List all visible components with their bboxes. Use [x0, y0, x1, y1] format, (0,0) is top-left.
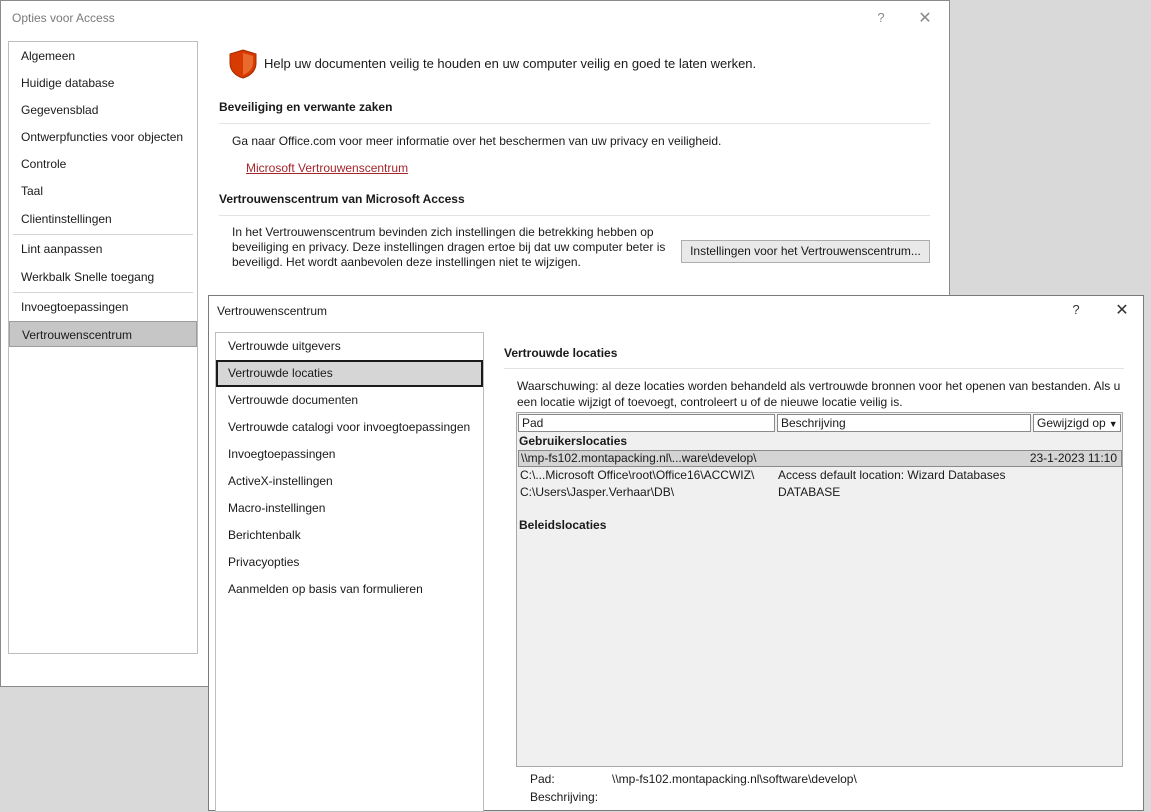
- cell-modified: 23-1-2023 11:10: [1029, 451, 1117, 465]
- section-heading-security: Beveiliging en verwante zaken: [219, 100, 393, 114]
- options-content: Help uw documenten veilig te houden en u…: [211, 41, 941, 301]
- sort-down-icon: ▼: [1108, 419, 1118, 429]
- detail-description-label: Beschrijving:: [530, 790, 599, 804]
- close-button[interactable]: ✕: [1112, 300, 1132, 320]
- window-title: Opties voor Access: [12, 11, 115, 25]
- office-info-text: Ga naar Office.com voor meer informatie …: [232, 134, 722, 148]
- nav-divider: [13, 234, 193, 235]
- nav-item-werkbalk[interactable]: Werkbalk Snelle toegang: [9, 264, 197, 290]
- shield-icon: [229, 49, 257, 79]
- cell-description: Access default location: Wizard Database…: [778, 468, 1006, 482]
- tc-nav-macro[interactable]: Macro-instellingen: [216, 495, 483, 522]
- tc-nav-vertrouwde-documenten[interactable]: Vertrouwde documenten: [216, 387, 483, 414]
- group-header-policy-locations: Beleidslocaties: [519, 518, 607, 532]
- group-header-user-locations: Gebruikerslocaties: [519, 434, 628, 448]
- column-header-description[interactable]: Beschrijving: [777, 414, 1031, 432]
- tc-nav-activex[interactable]: ActiveX-instellingen: [216, 468, 483, 495]
- table-row[interactable]: C:\Users\Jasper.Verhaar\DB\ DATABASE: [518, 484, 1122, 501]
- column-header-path[interactable]: Pad: [518, 414, 775, 432]
- detail-path-value: \\mp-fs102.montapacking.nl\software\deve…: [612, 772, 857, 786]
- nav-item-invoegtoepassingen[interactable]: Invoegtoepassingen: [9, 294, 197, 320]
- section-divider: [504, 368, 1124, 369]
- nav-item-huidige-database[interactable]: Huidige database: [9, 70, 197, 96]
- trusted-locations-table: Pad Beschrijving Gewijzigd op ▼ Gebruiker…: [516, 412, 1123, 767]
- trust-center-content: Vertrouwde locaties Waarschuwing: al dez…: [499, 332, 1139, 812]
- trust-center-description: In het Vertrouwenscentrum bevinden zich …: [232, 225, 666, 269]
- help-text: Help uw documenten veilig te houden en u…: [264, 56, 757, 71]
- nav-item-clientinstellingen[interactable]: Clientinstellingen: [9, 206, 197, 232]
- section-heading-trust-center: Vertrouwenscentrum van Microsoft Access: [219, 192, 465, 206]
- tc-nav-berichtenbalk[interactable]: Berichtenbalk: [216, 522, 483, 549]
- tc-nav-aanmelden-formulieren[interactable]: Aanmelden op basis van formulieren: [216, 576, 483, 603]
- help-button[interactable]: ?: [871, 10, 891, 25]
- table-row[interactable]: \\mp-fs102.montapacking.nl\...ware\devel…: [518, 450, 1122, 467]
- nav-divider: [13, 292, 193, 293]
- dialog-title: Vertrouwenscentrum: [217, 304, 328, 318]
- nav-item-ontwerpfuncties[interactable]: Ontwerpfuncties voor objecten: [9, 124, 197, 150]
- nav-item-gegevensblad[interactable]: Gegevensblad: [9, 97, 197, 123]
- tc-nav-invoegtoepassingen[interactable]: Invoegtoepassingen: [216, 441, 483, 468]
- nav-item-controle[interactable]: Controle: [9, 151, 197, 177]
- nav-item-algemeen[interactable]: Algemeen: [9, 43, 197, 69]
- tc-nav-vertrouwde-catalogi[interactable]: Vertrouwde catalogi voor invoegtoepassin…: [216, 414, 483, 441]
- tc-nav-privacyopties[interactable]: Privacyopties: [216, 549, 483, 576]
- section-heading-trusted-locations: Vertrouwde locaties: [504, 346, 618, 360]
- trust-center-settings-button[interactable]: Instellingen voor het Vertrouwenscentrum…: [681, 240, 930, 263]
- close-button[interactable]: ✕: [915, 8, 935, 28]
- column-header-modified[interactable]: Gewijzigd op ▼: [1033, 414, 1121, 432]
- nav-item-taal[interactable]: Taal: [9, 178, 197, 204]
- help-button[interactable]: ?: [1066, 302, 1086, 317]
- cell-description: DATABASE: [778, 485, 841, 499]
- table-row[interactable]: C:\...Microsoft Office\root\Office16\ACC…: [518, 467, 1122, 484]
- section-divider: [219, 123, 930, 124]
- section-divider: [219, 215, 930, 216]
- detail-path-label: Pad:: [530, 772, 555, 786]
- cell-path: C:\...Microsoft Office\root\Office16\ACC…: [520, 468, 755, 482]
- cell-path: \\mp-fs102.montapacking.nl\...ware\devel…: [521, 451, 757, 465]
- options-nav: Algemeen Huidige database Gegevensblad O…: [8, 41, 198, 654]
- warning-text: Waarschuwing: al deze locaties worden be…: [517, 379, 1121, 409]
- column-header-modified-label: Gewijzigd op: [1037, 416, 1106, 430]
- tc-nav-vertrouwde-locaties[interactable]: Vertrouwde locaties: [216, 360, 483, 387]
- nav-item-vertrouwenscentrum[interactable]: Vertrouwenscentrum: [9, 321, 197, 347]
- nav-item-lint-aanpassen[interactable]: Lint aanpassen: [9, 236, 197, 262]
- trust-center-nav: Vertrouwde uitgevers Vertrouwde locaties…: [215, 332, 484, 812]
- cell-path: C:\Users\Jasper.Verhaar\DB\: [520, 485, 675, 499]
- microsoft-trust-center-link[interactable]: Microsoft Vertrouwenscentrum: [246, 161, 408, 175]
- tc-nav-vertrouwde-uitgevers[interactable]: Vertrouwde uitgevers: [216, 333, 483, 360]
- trust-center-dialog: Vertrouwenscentrum ? ✕ Vertrouwde uitgev…: [208, 295, 1144, 812]
